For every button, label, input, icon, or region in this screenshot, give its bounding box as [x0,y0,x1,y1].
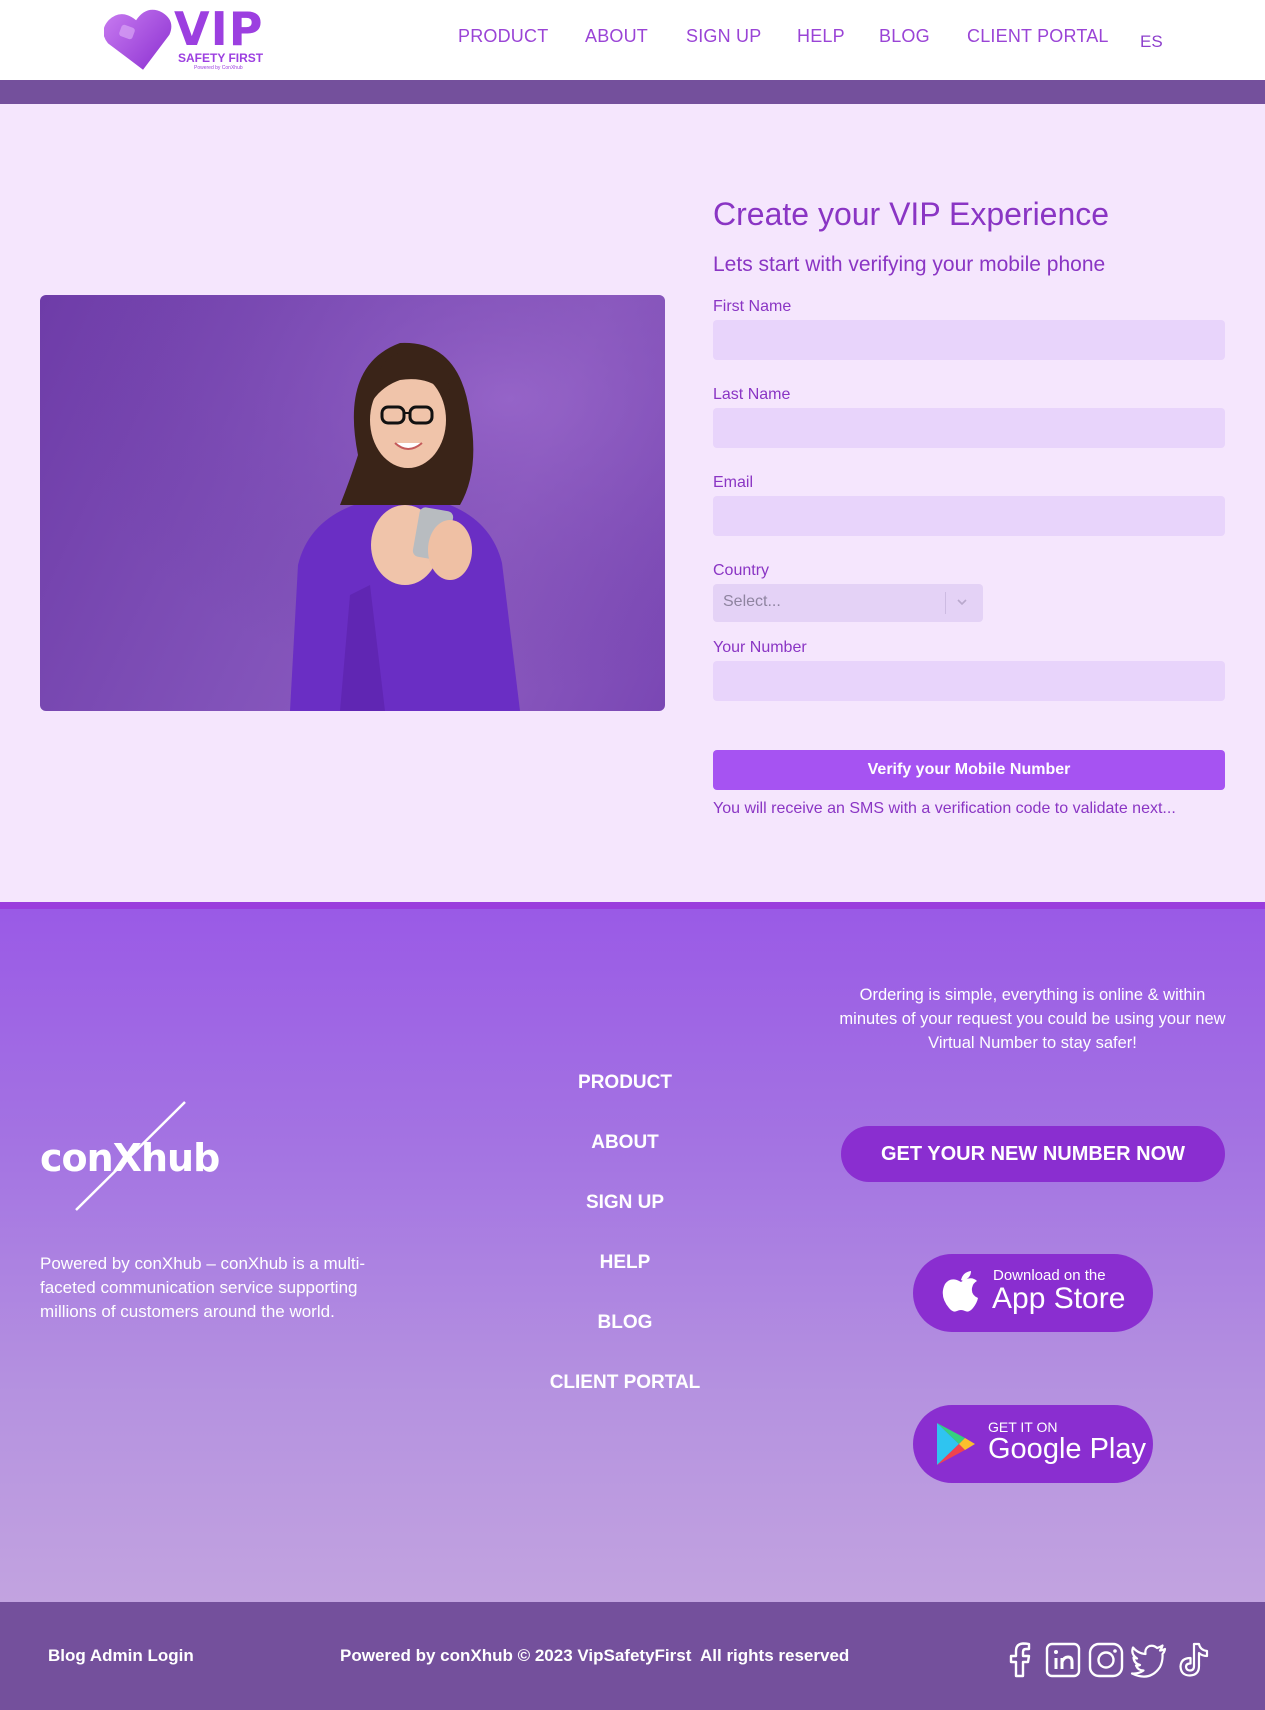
footer-about-text: Powered by conXhub – conXhub is a multi-… [40,1254,366,1321]
language-switch[interactable]: ES [1140,32,1163,52]
chevron-down-icon [957,599,967,606]
last-name-label: Last Name [713,386,791,403]
country-select-placeholder: Select... [723,593,781,610]
rights-text: All rights reserved [700,1646,850,1665]
twitter-icon[interactable] [1129,1640,1169,1680]
select-separator [945,592,946,614]
first-name-input[interactable] [713,320,1225,360]
verify-number-button[interactable]: Verify your Mobile Number [713,750,1225,790]
footer-nav-about[interactable]: ABOUT [475,1132,775,1154]
country-select[interactable]: Select... [713,584,983,622]
main-nav: PRODUCT ABOUT SIGN UP HELP BLOG CLIENT P… [0,26,1265,50]
copyright-text: Powered by conXhub © 2023 VipSafetyFirst [340,1646,692,1665]
blog-admin-login-link[interactable]: Blog Admin Login [48,1646,194,1666]
first-name-label: First Name [713,298,792,315]
google-play-icon [937,1423,975,1465]
form-title: Create your VIP Experience [713,196,1110,232]
nav-client-portal[interactable]: CLIENT PORTAL [967,26,1109,47]
email-label: Email [713,474,754,491]
nav-help[interactable]: HELP [797,26,845,47]
facebook-icon[interactable] [1000,1640,1040,1680]
email-input[interactable] [713,496,1225,536]
app-store-big-label: App Store [992,1282,1126,1315]
get-number-button[interactable]: GET YOUR NEW NUMBER NOW [841,1126,1225,1182]
logo-powered-by: Powered by ConXhub [194,65,243,71]
app-store-button[interactable]: Download on the App Store [913,1254,1153,1332]
tiktok-icon[interactable] [1172,1640,1212,1680]
nav-blog[interactable]: BLOG [879,26,930,47]
hero-photo [40,295,665,711]
google-play-big-label: Google Play [988,1433,1146,1465]
nav-about[interactable]: ABOUT [585,26,648,47]
footer-nav-product[interactable]: PRODUCT [475,1072,775,1094]
number-label: Your Number [713,639,807,656]
sms-hint: You will receive an SMS with a verificat… [713,800,1176,817]
woman-with-phone-illustration [40,295,665,711]
last-name-input[interactable] [713,408,1225,448]
conxhub-slash-icon [75,1101,186,1211]
google-play-button[interactable]: GET IT ON Google Play [913,1405,1153,1483]
footer-nav-client-portal[interactable]: CLIENT PORTAL [475,1372,775,1394]
instagram-icon[interactable] [1086,1640,1126,1680]
footer-nav-help[interactable]: HELP [475,1252,775,1274]
ordering-text: Ordering is simple, everything is online… [839,986,1226,1052]
form-subtitle: Lets start with verifying your mobile ph… [713,253,1106,276]
linkedin-icon[interactable] [1043,1640,1083,1680]
conxhub-logo[interactable]: conXhub [40,1100,240,1212]
country-label: Country [713,562,770,579]
number-input[interactable] [713,661,1225,701]
header-band [0,80,1265,104]
footer-nav-blog[interactable]: BLOG [475,1312,775,1334]
footer-nav-sign-up[interactable]: SIGN UP [475,1192,775,1214]
nav-product[interactable]: PRODUCT [458,26,548,47]
apple-icon [942,1271,978,1312]
bottom-bar: Blog Admin Login Powered by conXhub © 20… [0,1602,1265,1710]
logo-tagline: SAFETY FIRST [178,51,264,65]
nav-sign-up[interactable]: SIGN UP [686,26,761,47]
site-header: VIP SAFETY FIRST Powered by ConXhub PROD… [0,0,1265,80]
